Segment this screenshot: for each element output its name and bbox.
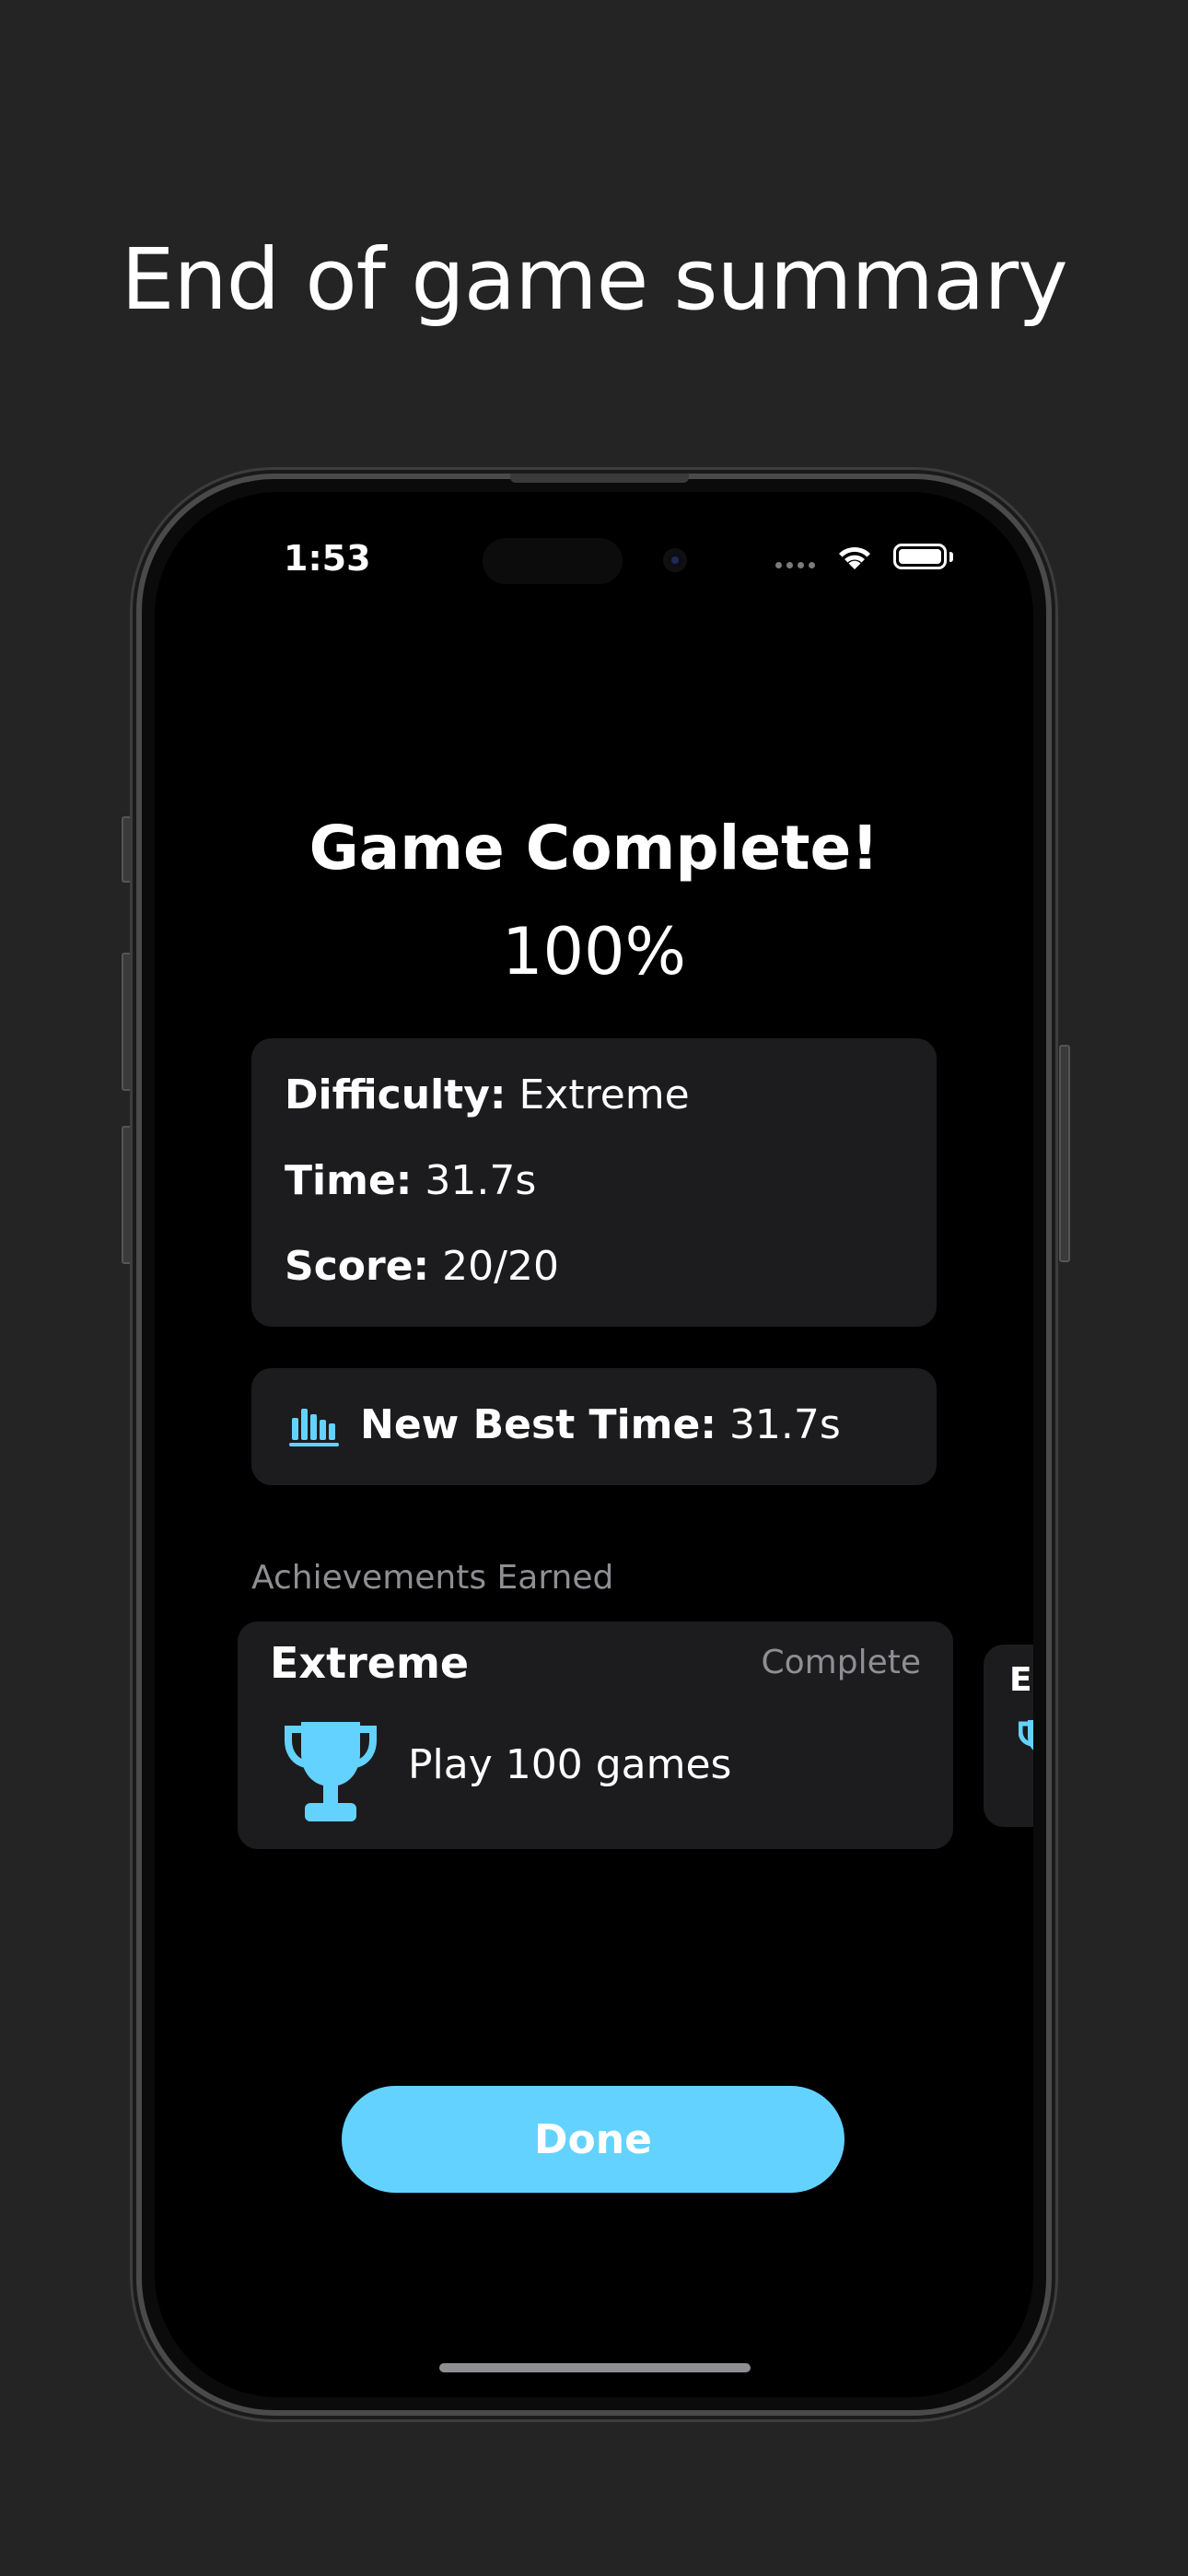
speaker-grille (510, 474, 689, 483)
achievements-section-label: Achievements Earned (251, 1559, 614, 1597)
stat-label: Difficulty: (285, 1071, 507, 1118)
battery-tip (949, 552, 953, 562)
achievement-title: Extreme (270, 1638, 470, 1688)
completion-percent: 100% (501, 914, 687, 989)
phone-frame: 1:53 Game Complete! 100% Difficulty: Extr… (136, 474, 1052, 2416)
best-time-card: New Best Time: 31.7s (251, 1368, 937, 1485)
achievement-card-partial[interactable]: E (984, 1645, 1033, 1827)
cellular-signal-icon (775, 562, 815, 568)
home-indicator[interactable] (439, 2363, 751, 2372)
dynamic-island (483, 538, 623, 584)
best-time-label: New Best Time: (360, 1401, 716, 1448)
page: End of game summary 1:53 Game Complete! … (0, 0, 1188, 2576)
stat-value: Extreme (518, 1071, 690, 1118)
page-headline: End of game summary (121, 230, 1067, 329)
stat-value: 31.7s (425, 1157, 537, 1204)
game-complete-title: Game Complete! (309, 813, 879, 884)
stats-card: Difficulty: Extreme Time: 31.7s Score: 20/2… (251, 1038, 937, 1327)
bar-chart-icon (289, 1409, 339, 1446)
volume-down-button (122, 1126, 133, 1264)
status-bar-time: 1:53 (284, 538, 371, 579)
battery-icon (893, 544, 947, 569)
action-button (122, 816, 133, 883)
trophy-icon (1019, 1720, 1033, 1751)
stat-row-difficulty: Difficulty: Extreme (285, 1071, 690, 1118)
phone-screen: 1:53 Game Complete! 100% Difficulty: Extr… (155, 492, 1033, 2397)
volume-up-button (122, 953, 133, 1091)
stat-row-time: Time: 31.7s (285, 1157, 536, 1204)
front-camera (663, 548, 687, 572)
stat-value: 20/20 (442, 1243, 559, 1290)
stat-row-score: Score: 20/20 (285, 1243, 559, 1290)
best-time-value: 31.7s (728, 1401, 841, 1448)
power-button (1059, 1045, 1070, 1262)
achievement-status: Complete (761, 1644, 922, 1681)
best-time-text: New Best Time: 31.7s (360, 1401, 841, 1448)
trophy-icon (285, 1722, 377, 1821)
achievement-title: E (1009, 1661, 1032, 1699)
stat-label: Time: (285, 1157, 413, 1204)
done-button[interactable]: Done (342, 2086, 844, 2193)
wifi-icon (839, 546, 870, 569)
stat-label: Score: (285, 1243, 430, 1290)
achievement-description: Play 100 games (408, 1741, 732, 1788)
achievement-card[interactable]: Extreme Complete Play 100 games (238, 1622, 953, 1849)
